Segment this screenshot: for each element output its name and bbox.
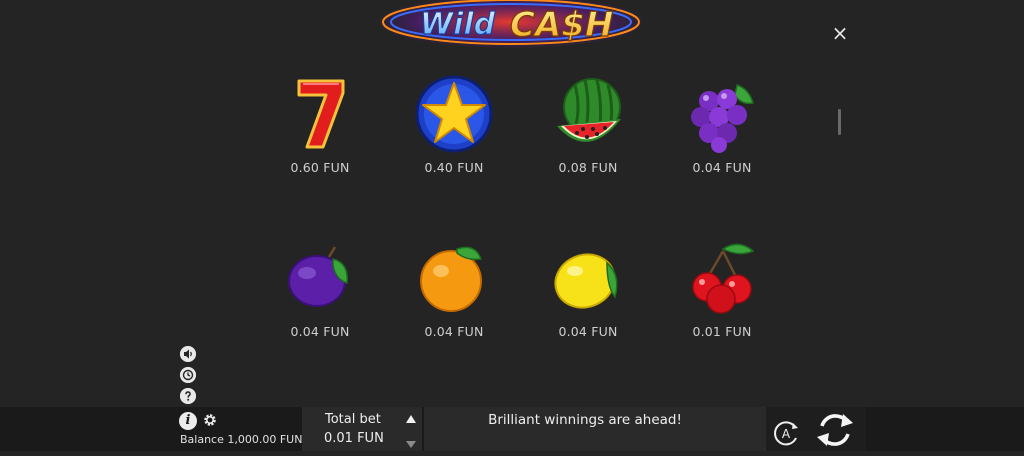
total-bet-label: Total bet <box>325 412 381 427</box>
close-icon[interactable]: × <box>829 22 851 44</box>
paytable-item-plum: 0.04 FUN <box>265 235 375 339</box>
sound-icon[interactable] <box>180 346 196 362</box>
total-bet-value: 0.01 FUN <box>324 431 384 446</box>
paytable-item-seven: 0.60 FUN <box>265 71 375 175</box>
paytable-item-grapes: 0.04 FUN <box>667 71 777 175</box>
bet-increase-arrow-icon[interactable] <box>406 415 416 423</box>
game-logo: Wild CA$H <box>378 0 644 48</box>
autoplay-button[interactable]: A <box>771 418 801 448</box>
cherries-icon <box>679 235 765 321</box>
payout-value: 0.04 FUN <box>558 324 618 339</box>
paytable-item-star: 0.40 FUN <box>399 71 509 175</box>
payout-value: 0.08 FUN <box>558 160 618 175</box>
autoplay-label: A <box>782 427 791 441</box>
status-message: Brilliant winnings are ahead! <box>488 412 682 428</box>
spin-button[interactable] <box>813 408 857 452</box>
plum-icon <box>277 235 363 321</box>
gear-icon[interactable] <box>203 413 217 427</box>
logo-word-wild: Wild <box>420 7 496 42</box>
payout-value: 0.04 FUN <box>692 160 752 175</box>
star-icon <box>411 71 497 157</box>
watermelon-icon <box>545 71 631 157</box>
logo-word-cash: CA$H <box>510 5 613 45</box>
seven-icon <box>277 71 363 157</box>
help-icon[interactable] <box>180 388 196 404</box>
lemon-icon <box>545 235 631 321</box>
payout-value: 0.04 FUN <box>424 324 484 339</box>
payout-value: 0.04 FUN <box>290 324 350 339</box>
bet-decrease-arrow-icon[interactable] <box>406 441 416 448</box>
payout-value: 0.60 FUN <box>290 160 350 175</box>
grapes-icon <box>679 71 765 157</box>
info-icon[interactable]: i <box>179 412 197 430</box>
history-icon[interactable] <box>180 367 196 383</box>
scrollbar[interactable] <box>838 109 841 135</box>
paytable-item-cherries: 0.01 FUN <box>667 235 777 339</box>
payout-value: 0.01 FUN <box>692 324 752 339</box>
balance-text: Balance 1,000.00 FUN <box>180 433 303 446</box>
paytable-item-orange: 0.04 FUN <box>399 235 509 339</box>
orange-icon <box>411 235 497 321</box>
paytable-item-lemon: 0.04 FUN <box>533 235 643 339</box>
payout-value: 0.40 FUN <box>424 160 484 175</box>
paytable-item-watermelon: 0.08 FUN <box>533 71 643 175</box>
